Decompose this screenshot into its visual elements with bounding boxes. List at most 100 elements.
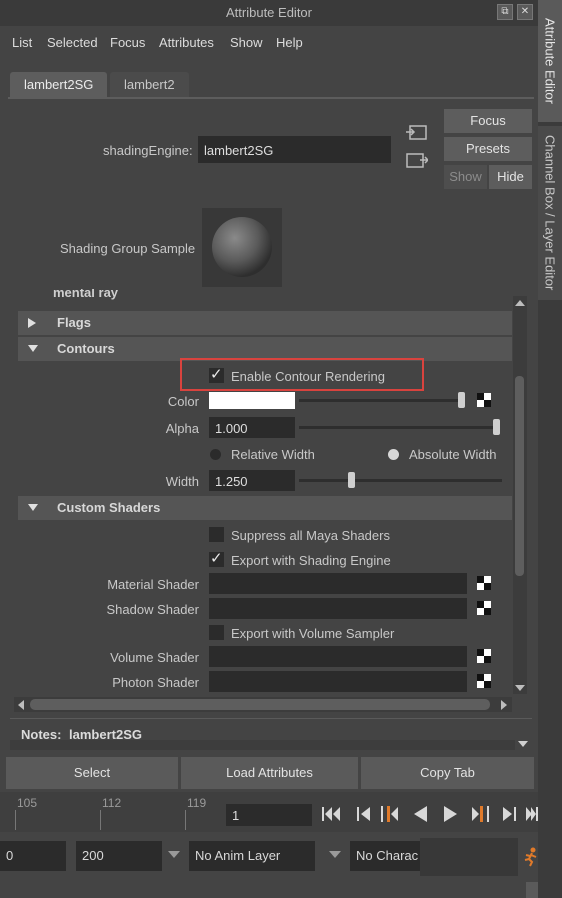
tick-label: 105	[17, 796, 38, 810]
presets-button[interactable]: Presets	[444, 137, 532, 161]
mental-ray-label: mental ray	[53, 289, 119, 300]
width-slider-track[interactable]	[299, 479, 502, 482]
character-set-dropdown[interactable]: No Charac	[350, 841, 420, 871]
go-to-start-icon[interactable]	[322, 804, 342, 824]
input-connection-icon[interactable]	[406, 124, 428, 142]
scroll-up-icon[interactable]	[515, 299, 525, 307]
close-icon[interactable]: ✕	[517, 4, 533, 20]
side-tab-strip: Attribute Editor Channel Box / Layer Edi…	[538, 0, 562, 898]
material-shader-map-icon[interactable]	[477, 576, 491, 590]
focus-button[interactable]: Focus	[444, 109, 532, 133]
anim-layer-dropdown[interactable]: No Anim Layer	[189, 841, 315, 871]
title-bar: Attribute Editor ⧉ ✕	[0, 0, 538, 26]
tick-label: 112	[102, 796, 122, 810]
photon-shader-label: Photon Shader	[112, 675, 199, 690]
enable-contour-checkbox[interactable]	[209, 365, 224, 383]
mental-ray-section[interactable]: mental ray	[18, 289, 512, 303]
photon-shader-field[interactable]	[209, 671, 467, 692]
volume-shader-map-icon[interactable]	[477, 649, 491, 663]
timeline-tick	[15, 810, 16, 830]
color-slider-track[interactable]	[299, 399, 465, 402]
running-man-icon[interactable]	[524, 847, 538, 867]
alpha-slider-handle[interactable]	[493, 419, 500, 435]
scroll-down-icon[interactable]	[515, 684, 525, 692]
tab-attribute-editor[interactable]: Attribute Editor	[538, 0, 562, 122]
alpha-label: Alpha	[165, 421, 199, 436]
flags-section-header[interactable]: Flags	[18, 311, 512, 335]
scroll-right-icon[interactable]	[500, 700, 508, 710]
tab-channel-box[interactable]: Channel Box / Layer Editor	[538, 126, 562, 300]
color-label: Color	[167, 394, 199, 409]
menu-selected[interactable]: Selected	[47, 35, 98, 50]
shading-engine-label: shadingEngine:	[103, 143, 193, 158]
step-forward-key-icon[interactable]	[499, 804, 519, 824]
volume-shader-field[interactable]	[209, 646, 467, 667]
menu-show[interactable]: Show	[230, 35, 263, 50]
suppress-shaders-checkbox[interactable]	[209, 527, 224, 542]
width-slider-handle[interactable]	[348, 472, 355, 488]
output-connection-icon[interactable]	[406, 152, 430, 170]
color-slider-handle[interactable]	[458, 392, 465, 408]
range-end-field[interactable]: 200	[76, 841, 162, 871]
material-shader-label: Material Shader	[107, 577, 199, 592]
menu-help[interactable]: Help	[276, 35, 303, 50]
shading-engine-field[interactable]: lambert2SG	[198, 136, 391, 163]
show-button[interactable]: Show	[444, 165, 487, 189]
collapse-down-icon	[28, 504, 38, 511]
go-to-end-icon[interactable]	[526, 804, 538, 824]
current-frame-field[interactable]: 1	[226, 804, 312, 826]
select-button[interactable]: Select	[6, 757, 178, 789]
chevron-down-icon[interactable]	[168, 851, 180, 859]
notes-field[interactable]	[10, 740, 515, 750]
vertical-scroll-thumb[interactable]	[515, 376, 524, 576]
menu-bar: List Selected Focus Attributes Show Help	[0, 28, 538, 58]
alpha-field[interactable]: 1.000	[209, 417, 295, 438]
load-attributes-button[interactable]: Load Attributes	[181, 757, 358, 789]
photon-shader-map-icon[interactable]	[477, 674, 491, 688]
copy-tab-button[interactable]: Copy Tab	[361, 757, 534, 789]
custom-shaders-section-header[interactable]: Custom Shaders	[18, 496, 512, 520]
next-key-icon[interactable]	[470, 804, 490, 824]
notes-expand-icon[interactable]	[518, 741, 528, 748]
prev-key-icon[interactable]	[380, 804, 400, 824]
horizontal-scroll-thumb[interactable]	[30, 699, 490, 710]
script-editor-icon[interactable]	[526, 882, 538, 898]
relative-width-radio[interactable]	[210, 449, 221, 460]
hide-button[interactable]: Hide	[489, 165, 532, 189]
color-map-icon[interactable]	[477, 393, 491, 407]
auto-key-area	[420, 838, 518, 876]
tab-lambert2sg[interactable]: lambert2SG	[10, 72, 108, 98]
tab-lambert2[interactable]: lambert2	[110, 72, 189, 98]
step-back-key-icon[interactable]	[354, 804, 374, 824]
step-back-frame-icon[interactable]	[410, 804, 430, 824]
timeline-tick	[100, 810, 101, 830]
suppress-shaders-label: Suppress all Maya Shaders	[231, 528, 390, 543]
float-window-icon[interactable]: ⧉	[497, 4, 513, 20]
tab-attribute-editor-label: Attribute Editor	[542, 18, 558, 104]
absolute-width-radio[interactable]	[388, 449, 399, 460]
expand-right-icon	[28, 318, 36, 328]
menu-focus[interactable]: Focus	[110, 35, 145, 50]
tab-channel-box-label: Channel Box / Layer Editor	[542, 135, 558, 291]
timeline-tick	[185, 810, 186, 830]
scroll-left-icon[interactable]	[17, 700, 25, 710]
shadow-shader-field[interactable]	[209, 598, 467, 619]
chevron-down-icon[interactable]	[329, 851, 341, 859]
collapse-down-icon	[28, 345, 38, 352]
custom-shaders-label: Custom Shaders	[57, 500, 161, 515]
window-title: Attribute Editor	[226, 5, 312, 20]
export-volume-sampler-checkbox[interactable]	[209, 625, 224, 640]
play-forward-icon[interactable]	[441, 804, 461, 824]
export-shading-engine-checkbox[interactable]	[209, 549, 224, 567]
width-field[interactable]: 1.250	[209, 470, 295, 491]
tab-underline	[8, 97, 534, 99]
shadow-shader-map-icon[interactable]	[477, 601, 491, 615]
color-swatch[interactable]	[209, 392, 295, 409]
tick-label: 119	[187, 796, 207, 810]
material-shader-field[interactable]	[209, 573, 467, 594]
menu-attributes[interactable]: Attributes	[159, 35, 214, 50]
sample-label: Shading Group Sample	[60, 241, 196, 256]
range-start-field[interactable]: 0	[0, 841, 66, 871]
alpha-slider-track[interactable]	[299, 426, 499, 429]
menu-list[interactable]: List	[12, 35, 32, 50]
